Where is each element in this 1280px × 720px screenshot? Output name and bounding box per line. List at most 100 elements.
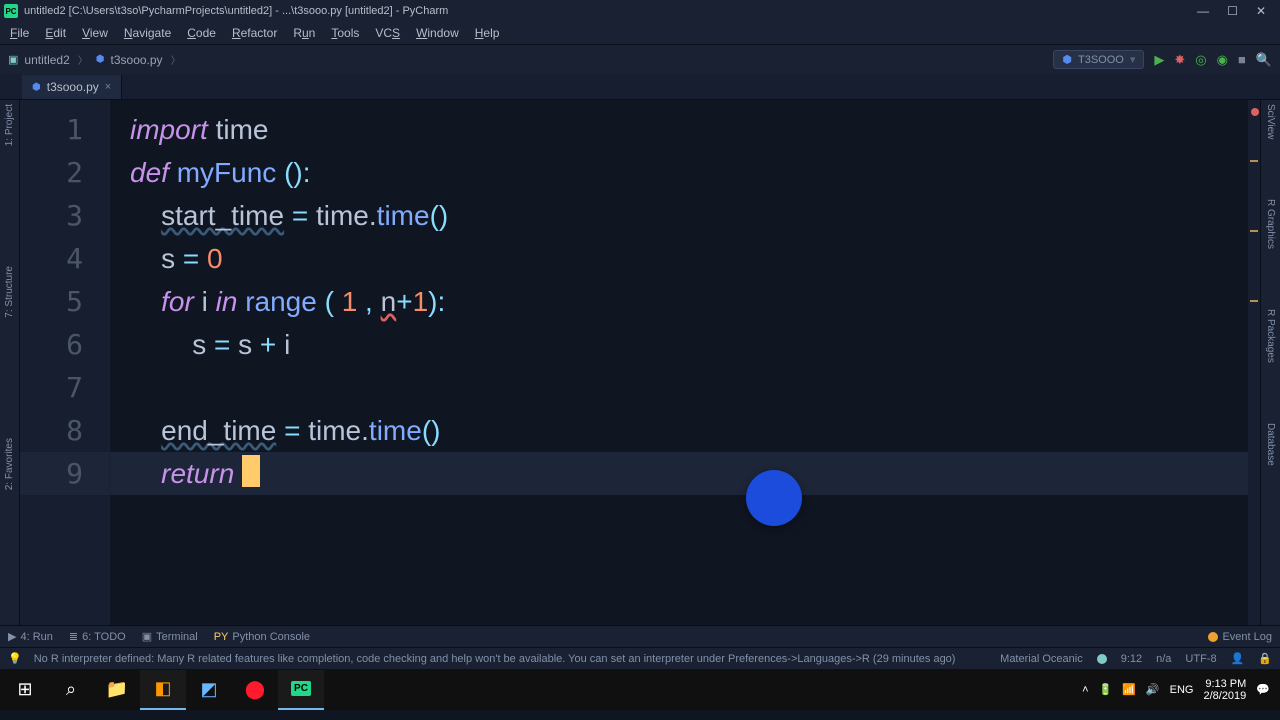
close-icon[interactable]: ×: [105, 81, 111, 93]
menu-run[interactable]: Run: [287, 24, 321, 42]
code-editor[interactable]: import time def myFunc (): start_time = …: [110, 100, 1280, 625]
cursor-highlight-overlay: [746, 470, 802, 526]
cursor-position[interactable]: 9:12: [1121, 653, 1142, 665]
menu-file[interactable]: File: [4, 24, 35, 42]
warning-icon: [1208, 632, 1218, 642]
theme-color-icon: [1097, 654, 1107, 664]
warning-marker-icon[interactable]: [1250, 300, 1258, 302]
minimize-button[interactable]: —: [1197, 4, 1209, 18]
menu-tools[interactable]: Tools: [325, 24, 365, 42]
toolbar-right: ⬢ T3SOOO ▾ ▶ ✸ ◎ ◉ ■ 🔍: [1053, 50, 1272, 69]
run-icon[interactable]: ▶: [1154, 52, 1164, 68]
python-icon: ⬢: [96, 54, 105, 65]
python-icon: ⬢: [32, 82, 41, 93]
tab-label: t3sooo.py: [47, 80, 99, 94]
battery-icon[interactable]: 🔋: [1099, 683, 1113, 696]
volume-icon[interactable]: 🔊: [1146, 683, 1160, 696]
bottom-tool-bar: ▶ 4: Run ≣ 6: TODO ▣ Terminal PY Python …: [0, 625, 1280, 647]
pycharm-icon: PC: [4, 4, 18, 18]
code-line: s = s + i: [110, 323, 1280, 366]
code-line: for i in range ( 1 , n+1):: [110, 280, 1280, 323]
error-stripe[interactable]: [1248, 100, 1260, 625]
right-tool-rail: SciView R Graphics R Packages Database: [1260, 100, 1280, 625]
breadcrumb-project[interactable]: untitled2: [24, 53, 69, 67]
tool-todo[interactable]: ≣ 6: TODO: [69, 630, 126, 643]
run-config-selector[interactable]: ⬢ T3SOOO ▾: [1053, 50, 1144, 69]
search-icon[interactable]: 🔍: [1256, 52, 1272, 68]
left-tool-rail: 1: Project 7: Structure 2: Favorites: [0, 100, 20, 625]
debug-icon[interactable]: ✸: [1174, 52, 1185, 68]
window-title: untitled2 [C:\Users\t3so\PycharmProjects…: [24, 5, 448, 17]
theme-label[interactable]: Material Oceanic: [1000, 653, 1083, 665]
app-icon[interactable]: ◩: [186, 670, 232, 710]
windows-taskbar: ⊞ ⌕ 📁 ◧ ◩ ⬤ PC ˄ 🔋 📶 🔊 ENG 9:13 PM 2/8/2…: [0, 669, 1280, 710]
line-number: 7: [20, 366, 109, 409]
line-sep[interactable]: n/a: [1156, 653, 1171, 665]
tool-structure[interactable]: 7: Structure: [4, 266, 15, 318]
menu-code[interactable]: Code: [181, 24, 222, 42]
line-number: 5: [20, 280, 109, 323]
line-number: 8: [20, 409, 109, 452]
tool-r-packages[interactable]: R Packages: [1265, 309, 1276, 363]
tool-run[interactable]: ▶ 4: Run: [8, 630, 53, 643]
code-line: import time: [110, 108, 1280, 151]
event-log-button[interactable]: Event Log: [1222, 631, 1272, 643]
warning-marker-icon[interactable]: [1250, 160, 1258, 162]
lock-icon[interactable]: 🔒: [1258, 652, 1272, 665]
coverage-icon[interactable]: ◎: [1195, 52, 1206, 68]
tray-chevron-icon[interactable]: ˄: [1082, 684, 1088, 696]
clock[interactable]: 9:13 PM 2/8/2019: [1203, 678, 1246, 702]
tool-python-console[interactable]: PY Python Console: [214, 631, 310, 643]
tool-favorites[interactable]: 2: Favorites: [4, 438, 15, 490]
menu-refactor[interactable]: Refactor: [226, 24, 283, 42]
start-button[interactable]: ⊞: [2, 670, 48, 710]
bulb-icon[interactable]: 💡: [8, 652, 22, 665]
text-cursor: [242, 455, 260, 487]
code-line: s = 0: [110, 237, 1280, 280]
status-bar: 💡 No R interpreter defined: Many R relat…: [0, 647, 1280, 669]
tool-r-graphics[interactable]: R Graphics: [1265, 199, 1276, 249]
chevron-right-icon: 〉: [78, 52, 88, 67]
tab-file[interactable]: ⬢ t3sooo.py ×: [22, 75, 122, 99]
close-button[interactable]: ✕: [1256, 4, 1266, 18]
explorer-icon[interactable]: 📁: [94, 670, 140, 710]
breadcrumb-file[interactable]: t3sooo.py: [111, 53, 163, 67]
maximize-button[interactable]: ☐: [1227, 4, 1238, 18]
encoding[interactable]: UTF-8: [1185, 653, 1216, 665]
menu-help[interactable]: Help: [469, 24, 506, 42]
inspector-icon[interactable]: 👤: [1231, 652, 1245, 665]
folder-icon: ▣: [8, 53, 18, 66]
pycharm-taskbar-icon[interactable]: PC: [278, 670, 324, 710]
line-number: 9: [20, 452, 109, 495]
line-number: 1: [20, 108, 109, 151]
line-number: 4: [20, 237, 109, 280]
chevron-right-icon: 〉: [171, 52, 181, 67]
menu-window[interactable]: Window: [410, 24, 465, 42]
opera-icon[interactable]: ⬤: [232, 670, 278, 710]
notifications-icon[interactable]: 💬: [1256, 683, 1270, 696]
menu-navigate[interactable]: Navigate: [118, 24, 177, 42]
search-button[interactable]: ⌕: [48, 670, 94, 710]
tool-database[interactable]: Database: [1265, 423, 1276, 466]
run-config-label: T3SOOO: [1078, 54, 1124, 66]
python-icon: ⬢: [1062, 53, 1072, 66]
language-indicator[interactable]: ENG: [1170, 684, 1194, 696]
wifi-icon[interactable]: 📶: [1122, 683, 1136, 696]
system-tray: ˄ 🔋 📶 🔊 ENG 9:13 PM 2/8/2019 💬: [1082, 678, 1278, 702]
editor-area: 1: Project 7: Structure 2: Favorites 1 2…: [0, 100, 1280, 625]
tool-terminal[interactable]: ▣ Terminal: [142, 630, 198, 643]
code-line: start_time = time.time(): [110, 194, 1280, 237]
stop-icon[interactable]: ■: [1238, 52, 1246, 67]
menu-vcs[interactable]: VCS: [369, 24, 406, 42]
tool-project[interactable]: 1: Project: [4, 104, 15, 146]
warning-marker-icon[interactable]: [1250, 230, 1258, 232]
tool-sciview[interactable]: SciView: [1265, 104, 1276, 139]
breadcrumb: ▣ untitled2 〉 ⬢ t3sooo.py 〉: [8, 52, 183, 67]
code-line: end_time = time.time(): [110, 409, 1280, 452]
menu-edit[interactable]: Edit: [39, 24, 72, 42]
menu-view[interactable]: View: [76, 24, 114, 42]
profile-icon[interactable]: ◉: [1217, 52, 1228, 68]
code-line: def myFunc ():: [110, 151, 1280, 194]
sublime-icon[interactable]: ◧: [140, 670, 186, 710]
error-marker-icon[interactable]: [1251, 108, 1259, 116]
